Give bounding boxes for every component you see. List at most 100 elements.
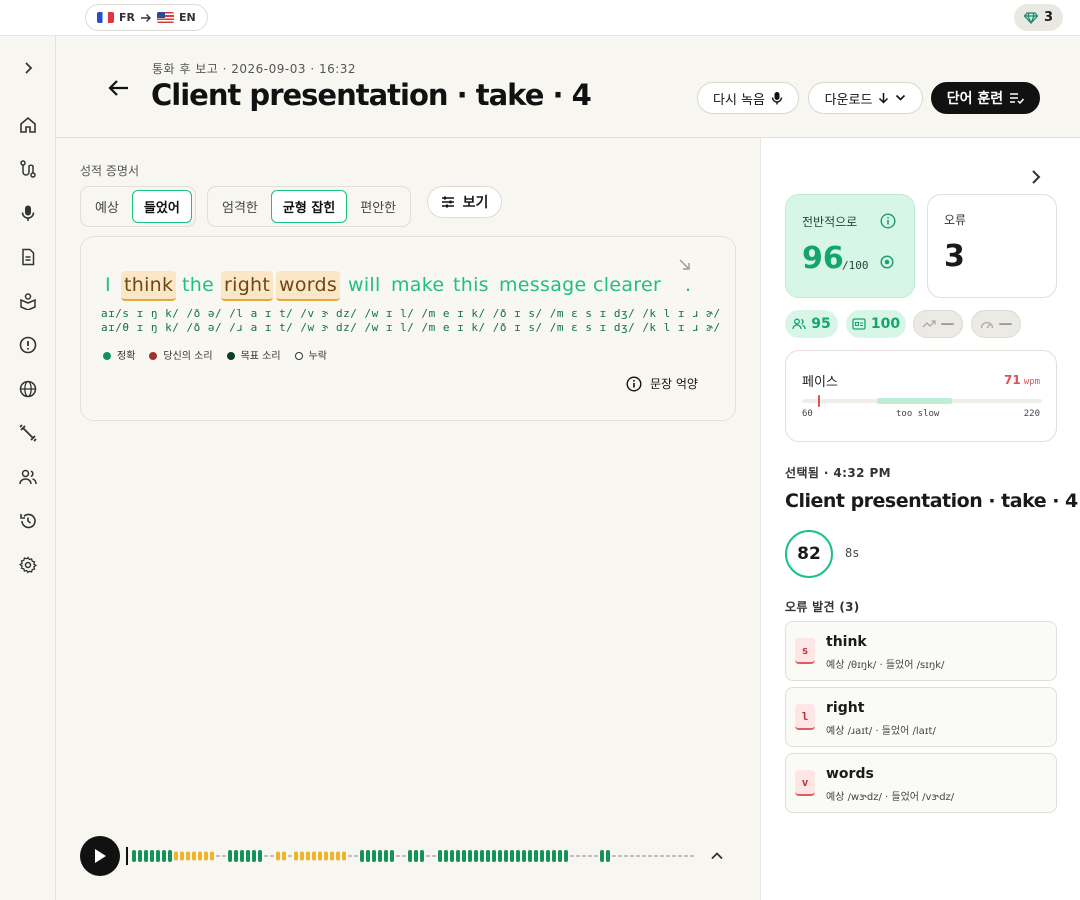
settings-gear-icon[interactable] [17, 554, 39, 576]
waveform-bar [660, 855, 664, 857]
sidebar [0, 36, 56, 900]
error-sound-badge: s [795, 638, 815, 664]
selected-take-score: 82 [785, 530, 833, 578]
word-token[interactable]: this [453, 271, 489, 299]
history-icon[interactable] [17, 510, 39, 532]
language-pair-selector[interactable]: FR EN [85, 4, 208, 31]
error-item[interactable]: v words 예상 /wɝdz/ · 들었어 /vɝdz/ [785, 753, 1057, 813]
pace-unit: wpm [1023, 377, 1040, 387]
document-icon[interactable] [17, 246, 39, 268]
waveform-bar [240, 850, 244, 862]
word-token[interactable]: . [685, 271, 691, 299]
waveform-bar [498, 850, 502, 862]
waveform-bar [378, 850, 382, 862]
chevron-down-icon [896, 94, 906, 101]
rhythm-score-pill[interactable]: — [913, 310, 963, 338]
chevron-right-icon[interactable] [1027, 168, 1045, 186]
intonation-label: 문장 억양 [650, 377, 698, 391]
waveform-bar [486, 850, 490, 862]
waveform-bar [594, 855, 598, 857]
tab-strict[interactable]: 엄격한 [211, 190, 269, 223]
waveform-bar [186, 851, 190, 861]
error-item[interactable]: l right 예상 /ɹaɪt/ · 들었어 /laɪt/ [785, 687, 1057, 747]
view-options-button[interactable]: 보기 [427, 186, 502, 218]
error-detail: 예상 /wɝdz/ · 들었어 /vɝdz/ [826, 792, 955, 803]
errors-count: 3 [944, 239, 965, 274]
errors-label: 오류 [944, 213, 967, 227]
play-button[interactable] [80, 836, 120, 876]
ipa-expected-row: aɪ/s ɪ ŋ k/ /ð ə/ /l a ɪ t/ /v ɝ dz/ /w … [101, 307, 721, 320]
alert-icon[interactable] [17, 334, 39, 356]
word-token[interactable]: message [499, 271, 587, 299]
waveform-bar [372, 850, 376, 862]
legend-missing: 누락 [294, 347, 327, 362]
gem-counter[interactable]: 3 [1014, 4, 1064, 31]
error-detail: 예상 /θɪŋk/ · 들었어 /sɪŋk/ [826, 660, 945, 671]
waveform-bar [600, 850, 604, 862]
page-title: Client presentation · take · 4 [151, 78, 592, 112]
pace-readout: 71 wpm [1004, 373, 1040, 387]
lesson-book-icon[interactable] [17, 290, 39, 312]
waveform-bar [564, 850, 568, 862]
waveform-bar [228, 850, 232, 862]
exercise-icon[interactable] [17, 422, 39, 444]
word-token[interactable]: I [105, 271, 111, 299]
play-icon [95, 849, 106, 863]
waveform-bar [552, 850, 556, 862]
back-arrow-icon[interactable] [107, 76, 131, 100]
download-button[interactable]: 다운로드 [808, 82, 923, 114]
waveform-bar [690, 855, 694, 857]
pace-max: 220 [1023, 409, 1040, 419]
waveform-bar [366, 850, 370, 862]
accuracy-score-pill[interactable]: 100 [846, 310, 906, 338]
waveform-bar [456, 850, 460, 862]
word-token-error[interactable]: words [276, 271, 341, 301]
word-token-error[interactable]: right [221, 271, 274, 301]
waveform-bar [210, 851, 214, 861]
overall-max: /100 [842, 259, 869, 272]
sentence-intonation-button[interactable]: 문장 억양 [626, 375, 698, 392]
home-icon[interactable] [17, 114, 39, 136]
error-word: right [826, 700, 865, 716]
tab-heard[interactable]: 들었어 [131, 190, 192, 223]
playhead[interactable] [126, 847, 128, 865]
waveform-bar [162, 850, 166, 862]
info-icon[interactable] [880, 213, 896, 229]
waveform-bar [672, 855, 676, 857]
waveform-bar [132, 850, 136, 862]
word-token-error[interactable]: think [121, 271, 177, 301]
audio-waveform[interactable] [126, 846, 706, 866]
waveform-bar [474, 850, 478, 862]
download-arrow-icon [879, 93, 889, 104]
waveform-bar [510, 850, 514, 862]
chevron-up-icon[interactable] [709, 848, 725, 864]
legend-target-sound: 목표 소리 [226, 347, 281, 362]
word-token[interactable]: clearer [593, 271, 661, 299]
waveform-bar [528, 850, 532, 862]
route-icon[interactable] [17, 158, 39, 180]
microphone-icon[interactable] [17, 202, 39, 224]
waveform-bar [570, 855, 574, 857]
fluency-score-pill[interactable]: — [971, 310, 1021, 338]
word-token[interactable]: make [391, 271, 444, 299]
word-token[interactable]: will [348, 271, 381, 299]
waveform-bar [192, 851, 196, 861]
selected-take-duration: 8s [845, 546, 860, 560]
waveform-bar [492, 850, 496, 862]
people-icon[interactable] [17, 466, 39, 488]
waveform-bar [558, 850, 562, 862]
expand-sidebar-icon[interactable] [17, 57, 39, 79]
tab-expected[interactable]: 예상 [84, 190, 130, 223]
word-token[interactable]: the [182, 271, 214, 299]
strictness-toggle: 엄격한 균형 잡힌 편안한 [207, 186, 412, 227]
tab-relaxed[interactable]: 편안한 [349, 190, 407, 223]
tab-balanced[interactable]: 균형 잡힌 [270, 190, 348, 223]
waveform-bar [648, 855, 652, 857]
rerecord-button[interactable]: 다시 녹음 [697, 82, 799, 114]
waveform-bar [516, 850, 520, 862]
error-item[interactable]: s think 예상 /θɪŋk/ · 들었어 /sɪŋk/ [785, 621, 1057, 681]
listening-score-pill[interactable]: 95 [785, 310, 838, 338]
waveform-bar [174, 851, 178, 861]
word-training-button[interactable]: 단어 훈련 [931, 82, 1040, 114]
globe-icon[interactable] [17, 378, 39, 400]
